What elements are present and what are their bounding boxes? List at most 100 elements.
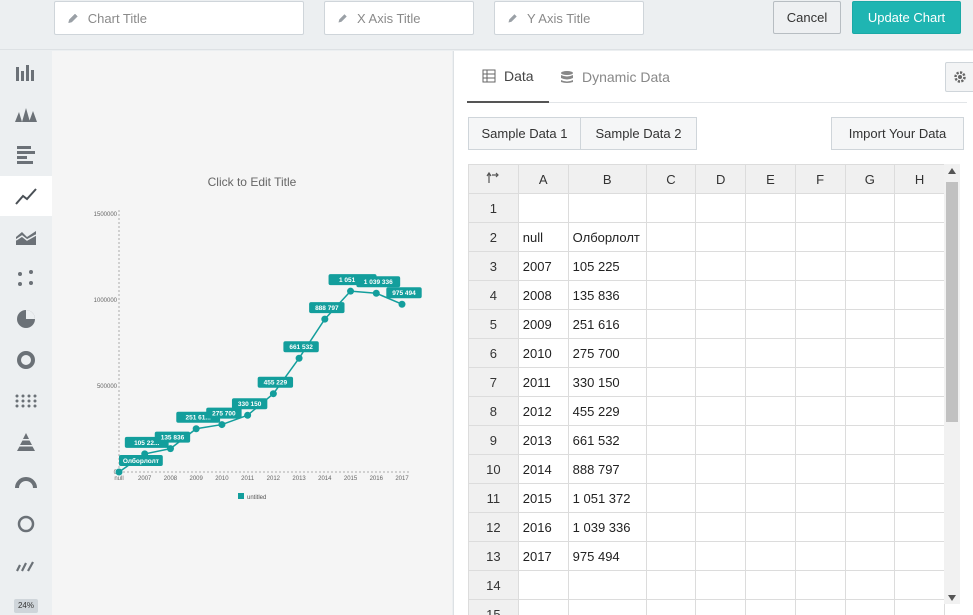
grid-cell[interactable] bbox=[794, 483, 846, 513]
cancel-button[interactable]: Cancel bbox=[773, 1, 841, 34]
grid-cell[interactable] bbox=[844, 396, 896, 426]
row-header[interactable]: 6 bbox=[468, 338, 519, 368]
grid-cell[interactable] bbox=[794, 280, 846, 310]
grid-cell[interactable] bbox=[894, 396, 945, 426]
chart-type-scatter[interactable] bbox=[0, 258, 52, 298]
row-header[interactable]: 7 bbox=[468, 367, 519, 397]
grid-cell[interactable] bbox=[695, 193, 747, 223]
chart-type-ring[interactable] bbox=[0, 504, 52, 544]
scroll-down-icon[interactable] bbox=[948, 595, 956, 601]
grid-cell[interactable] bbox=[567, 570, 647, 600]
grid-cell[interactable] bbox=[894, 338, 945, 368]
grid-cell[interactable] bbox=[745, 367, 796, 397]
grid-cell[interactable] bbox=[645, 222, 697, 252]
sample-data-2-button[interactable]: Sample Data 2 bbox=[580, 117, 697, 150]
chart-type-line[interactable] bbox=[0, 176, 52, 216]
row-header[interactable]: 2 bbox=[468, 222, 519, 252]
grid-cell[interactable] bbox=[794, 338, 846, 368]
chart-type-gauge[interactable] bbox=[0, 463, 52, 503]
grid-cell[interactable] bbox=[894, 280, 945, 310]
grid-cell[interactable] bbox=[695, 367, 747, 397]
grid-cell[interactable] bbox=[894, 541, 945, 571]
grid-cell[interactable] bbox=[517, 599, 569, 615]
grid-cell[interactable] bbox=[745, 570, 796, 600]
grid-cell[interactable]: 330 150 bbox=[567, 367, 647, 397]
grid-cell[interactable] bbox=[695, 251, 747, 281]
grid-cell[interactable] bbox=[844, 454, 896, 484]
column-header[interactable]: D bbox=[695, 164, 747, 194]
grid-cell[interactable] bbox=[844, 367, 896, 397]
grid-cell[interactable] bbox=[745, 338, 796, 368]
grid-cell[interactable] bbox=[794, 599, 846, 615]
grid-cell[interactable] bbox=[695, 512, 747, 542]
grid-cell[interactable] bbox=[745, 483, 796, 513]
grid-cell[interactable] bbox=[645, 396, 697, 426]
chart-type-pyramid[interactable] bbox=[0, 422, 52, 462]
grid-cell[interactable] bbox=[645, 512, 697, 542]
grid-cell[interactable] bbox=[794, 454, 846, 484]
chart-type-bar[interactable] bbox=[0, 53, 52, 93]
chart-title-input[interactable] bbox=[87, 10, 303, 26]
grid-cell[interactable] bbox=[645, 454, 697, 484]
grid-cell[interactable]: 2012 bbox=[517, 396, 569, 426]
grid-cell[interactable] bbox=[695, 396, 747, 426]
grid-cell[interactable] bbox=[894, 251, 945, 281]
grid-cell[interactable]: 2013 bbox=[517, 425, 569, 455]
grid-cell[interactable] bbox=[794, 570, 846, 600]
grid-cell[interactable]: 888 797 bbox=[567, 454, 647, 484]
grid-cell[interactable] bbox=[745, 512, 796, 542]
grid-cell[interactable]: 2010 bbox=[517, 338, 569, 368]
grid-cell[interactable]: 2008 bbox=[517, 280, 569, 310]
grid-cell[interactable] bbox=[695, 541, 747, 571]
grid-cell[interactable] bbox=[844, 512, 896, 542]
grid-cell[interactable] bbox=[894, 309, 945, 339]
grid-cell[interactable] bbox=[844, 309, 896, 339]
grid-cell[interactable] bbox=[567, 193, 647, 223]
grid-cell[interactable]: 661 532 bbox=[567, 425, 647, 455]
grid-cell[interactable]: 975 494 bbox=[567, 541, 647, 571]
grid-cell[interactable] bbox=[645, 541, 697, 571]
y-axis-title-input[interactable] bbox=[526, 10, 643, 26]
scroll-thumb[interactable] bbox=[946, 182, 958, 422]
grid-cell[interactable] bbox=[844, 251, 896, 281]
grid-cell[interactable] bbox=[794, 512, 846, 542]
grid-cell[interactable] bbox=[645, 570, 697, 600]
grid-cell[interactable] bbox=[745, 280, 796, 310]
column-header[interactable]: H bbox=[894, 164, 945, 194]
grid-cell[interactable]: 2009 bbox=[517, 309, 569, 339]
import-data-button[interactable]: Import Your Data bbox=[831, 117, 964, 150]
grid-cell[interactable] bbox=[645, 599, 697, 615]
grid-cell[interactable]: 1 051 372 bbox=[567, 483, 647, 513]
grid-cell[interactable] bbox=[894, 222, 945, 252]
grid-cell[interactable] bbox=[645, 367, 697, 397]
row-header[interactable]: 8 bbox=[468, 396, 519, 426]
grid-cell[interactable] bbox=[695, 425, 747, 455]
row-header[interactable]: 10 bbox=[468, 454, 519, 484]
column-header[interactable]: C bbox=[645, 164, 697, 194]
line-chart[interactable]: Click to Edit Title150000010000005000000… bbox=[52, 51, 452, 615]
column-header[interactable]: B bbox=[567, 164, 647, 194]
row-header[interactable]: 5 bbox=[468, 309, 519, 339]
x-axis-title-input[interactable] bbox=[356, 10, 473, 26]
grid-cell[interactable]: 2011 bbox=[517, 367, 569, 397]
chart-preview[interactable]: Click to Edit Title 1500000 1000000 500000 0… bbox=[52, 51, 452, 615]
row-header[interactable]: 3 bbox=[468, 251, 519, 281]
grid-cell[interactable]: 275 700 bbox=[567, 338, 647, 368]
row-header[interactable]: 15 bbox=[468, 599, 519, 615]
grid-cell[interactable]: 2015 bbox=[517, 483, 569, 513]
chart-type-pie[interactable] bbox=[0, 299, 52, 339]
tab-dynamic-data[interactable]: Dynamic Data bbox=[545, 51, 685, 103]
grid-cell[interactable] bbox=[695, 309, 747, 339]
row-header[interactable]: 13 bbox=[468, 541, 519, 571]
grid-cell[interactable] bbox=[645, 251, 697, 281]
grid-cell[interactable] bbox=[844, 599, 896, 615]
grid-cell[interactable] bbox=[844, 193, 896, 223]
grid-cell[interactable] bbox=[695, 222, 747, 252]
grid-cell[interactable] bbox=[695, 599, 747, 615]
grid-cell[interactable] bbox=[844, 570, 896, 600]
grid-cell[interactable]: 2014 bbox=[517, 454, 569, 484]
grid-cell[interactable] bbox=[745, 193, 796, 223]
grid-cell[interactable]: 2007 bbox=[517, 251, 569, 281]
grid-cell[interactable] bbox=[695, 454, 747, 484]
chart-type-area[interactable] bbox=[0, 217, 52, 257]
